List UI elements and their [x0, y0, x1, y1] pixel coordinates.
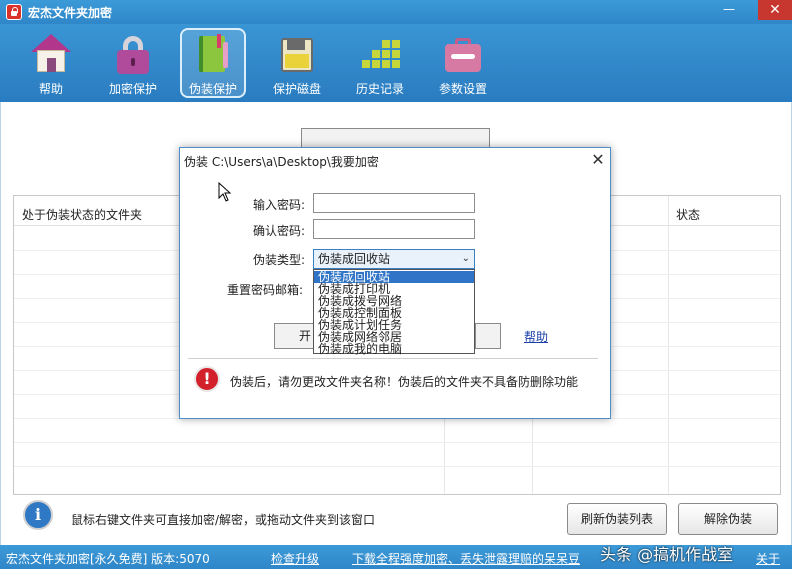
col-status-header: 状态: [676, 208, 701, 222]
close-button[interactable]: ✕: [758, 0, 792, 20]
disguise-type-select[interactable]: 伪装成回收站 ⌄: [313, 249, 475, 269]
tool-disguise-label: 伪装保护: [188, 82, 237, 96]
title-bar: 宏杰文件夹加密 — ✕: [0, 0, 792, 24]
about-link[interactable]: 关于: [756, 550, 780, 567]
option-my-computer[interactable]: 伪装成我的电脑: [314, 343, 474, 355]
tool-encrypt-label: 加密保护: [108, 82, 157, 96]
disguise-type-label: 伪装类型:: [253, 253, 306, 267]
window-title: 宏杰文件夹加密: [28, 6, 113, 20]
start-disguise-button[interactable]: 开: [274, 323, 314, 349]
dialog-divider: [188, 358, 598, 359]
refresh-list-button[interactable]: 刷新伪装列表: [567, 503, 667, 535]
app-lock-icon: [6, 4, 22, 20]
remove-disguise-button[interactable]: 解除伪装: [678, 503, 778, 535]
password-input[interactable]: [313, 193, 475, 213]
warning-text: 伪装后，请勿更改文件夹名称！伪装后的文件夹不具备防删除功能: [230, 375, 579, 389]
home-icon: [31, 34, 71, 74]
status-bar: 宏杰文件夹加密[永久免费] 版本:5070 检查升级 下载全程强度加密、丢失泄露…: [0, 545, 792, 569]
disguise-dialog: 伪装 C:\Users\a\Desktop\我要加密 ✕ 输入密码: 确认密码:…: [179, 147, 611, 419]
tool-disk[interactable]: 保护磁盘: [264, 28, 330, 98]
cancel-button[interactable]: [475, 323, 501, 349]
tool-help-label: 帮助: [38, 82, 63, 96]
disguise-type-dropdown[interactable]: 伪装成回收站 伪装成打印机 伪装成拨号网络 伪装成控制面板 伪装成计划任务 伪装…: [313, 269, 475, 355]
history-icon: [360, 34, 400, 74]
password-label: 输入密码:: [253, 198, 306, 212]
tool-help[interactable]: 帮助: [18, 28, 84, 98]
watermark-text: 头条 @搞机作战室: [600, 545, 734, 564]
disguise-type-value: 伪装成回收站: [318, 252, 391, 266]
col-folder-header: 处于伪装状态的文件夹: [22, 208, 143, 222]
lock-icon: [113, 34, 153, 74]
tool-history[interactable]: 历史记录: [347, 28, 413, 98]
dialog-close-button[interactable]: ✕: [588, 150, 608, 170]
chevron-down-icon: ⌄: [461, 253, 470, 264]
tool-encrypt[interactable]: 加密保护: [100, 28, 166, 98]
minimize-button[interactable]: —: [716, 0, 742, 20]
version-text: 宏杰文件夹加密[永久免费] 版本:5070: [6, 552, 210, 566]
start-disguise-label: 开: [299, 329, 312, 343]
help-link[interactable]: 帮助: [524, 328, 548, 345]
disk-icon: [277, 34, 317, 74]
confirm-password-label: 确认密码:: [253, 224, 306, 238]
info-icon: i: [23, 500, 53, 530]
tool-history-label: 历史记录: [355, 82, 404, 96]
tool-disk-label: 保护磁盘: [272, 82, 321, 96]
confirm-password-input[interactable]: [313, 219, 475, 239]
check-update-link[interactable]: 检查升级: [271, 550, 319, 567]
tool-settings[interactable]: 参数设置: [430, 28, 496, 98]
reset-email-label: 重置密码邮箱:: [227, 283, 304, 297]
tool-settings-label: 参数设置: [438, 82, 487, 96]
hint-text: 鼠标右键文件夹可直接加密/解密，或拖动文件夹到该窗口: [71, 513, 376, 527]
promo-link[interactable]: 下载全程强度加密、丢失泄露理赔的呆呆豆: [352, 550, 580, 567]
row-line: [14, 442, 780, 443]
column-divider: [668, 196, 669, 494]
warning-icon: !: [194, 366, 220, 392]
row-line: [14, 466, 780, 467]
settings-icon: [443, 34, 483, 74]
toolbar: 帮助 加密保护 伪装保护 保护磁盘 历史记录 参数设置: [0, 24, 792, 102]
dialog-title: 伪装 C:\Users\a\Desktop\我要加密: [184, 155, 379, 169]
tool-disguise[interactable]: 伪装保护: [180, 28, 246, 98]
book-icon: [193, 34, 233, 74]
